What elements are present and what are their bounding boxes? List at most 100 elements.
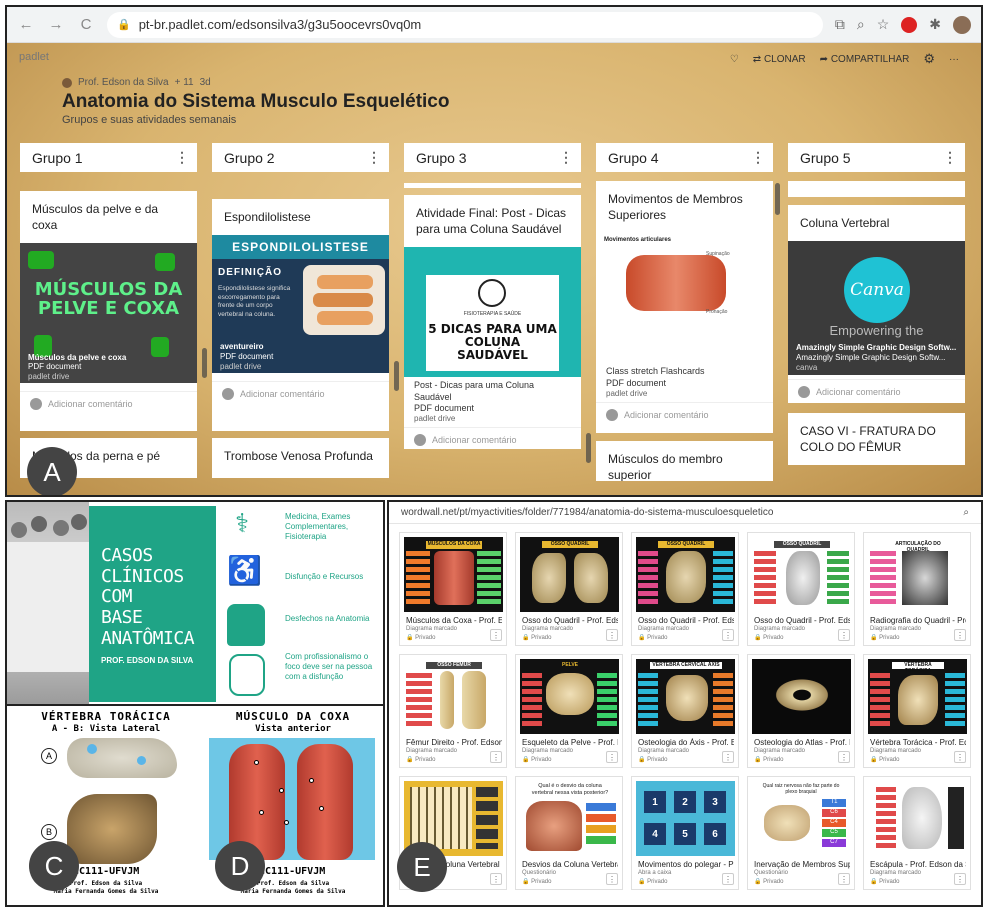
post-card[interactable]: Movimentos de Membros Superiores Movimen… — [596, 181, 773, 433]
activity-tile[interactable]: Qual é o desvio da coluna vertebral ness… — [515, 776, 623, 890]
kebab-icon[interactable]: ⋮ — [559, 149, 573, 166]
activity-title: Esqueleto da Pelve - Prof. Ed... — [522, 738, 618, 747]
more-icon[interactable]: ⋮ — [490, 751, 502, 763]
reload-icon[interactable]: C — [77, 16, 95, 34]
more-icon[interactable]: ⋮ — [490, 873, 502, 885]
post-card[interactable]: Músculos do membro superior — [596, 441, 773, 481]
column-scrollbar[interactable] — [775, 183, 780, 215]
column-header: Grupo 4 ⋮ — [596, 143, 773, 172]
padlet-author-row: Prof. Edson da Silva + 11 3d — [62, 77, 211, 88]
padlet-subtitle: Grupos e suas atividades semanais — [62, 114, 237, 126]
activity-tile[interactable]: Escápula - Prof. Edson da Sil... Diagram… — [863, 776, 971, 890]
privacy-label: 🔒 Privado — [754, 879, 784, 885]
more-icon[interactable]: ⋮ — [722, 751, 734, 763]
post-attachment-meta: Músculos da pelve e coxa PDF document pa… — [28, 352, 127, 381]
kebab-icon[interactable]: ⋮ — [175, 149, 189, 166]
padlet-logo[interactable]: padlet — [19, 51, 49, 63]
post-image-text: Movimentos articulares — [604, 237, 672, 244]
activity-thumbnail: OSSO QUADRIL — [752, 537, 851, 612]
activity-tile[interactable]: Osteologia do Atlas - Prof. E... Diagram… — [747, 654, 855, 768]
padlet-board: padlet Prof. Edson da Silva + 11 3d Anat… — [7, 43, 981, 495]
post-card[interactable]: Coluna Vertebral Canva Empowering the Am… — [788, 205, 965, 403]
activity-thumbnail: 1 2 3 4 5 6 — [636, 781, 735, 856]
label-marker: B — [41, 824, 57, 840]
share-button[interactable]: ➦ COMPARTILHAR — [820, 54, 910, 65]
more-icon[interactable]: ⋮ — [490, 629, 502, 641]
column-header: Grupo 1 ⋮ — [20, 143, 197, 172]
column-scrollbar[interactable] — [202, 348, 207, 378]
add-comment[interactable]: Adicionar comentário — [404, 427, 581, 449]
puzzle-icon[interactable]: ✱ — [929, 16, 941, 33]
more-icon[interactable]: ⋮ — [954, 629, 966, 641]
activity-tile[interactable]: Qual raiz nervosa não faz parte do plexo… — [747, 776, 855, 890]
post-card[interactable]: Atividade Final: Post - Dicas para uma C… — [404, 195, 581, 449]
more-icon[interactable]: ⋮ — [954, 751, 966, 763]
post-title: Espondilolistese — [224, 210, 311, 224]
post-image[interactable]: FISIOTERAPIA E SAÚDE 5 DICAS PARA UMA CO… — [404, 247, 581, 378]
address-bar[interactable]: 🔒 pt-br.padlet.com/edsonsilva3/g3u5oocev… — [107, 11, 823, 38]
add-comment[interactable]: Adicionar comentário — [596, 401, 773, 427]
more-icon[interactable]: ⋮ — [838, 873, 850, 885]
kebab-icon[interactable]: ⋮ — [751, 149, 765, 166]
activity-tile[interactable]: OSSO QUADRIL Osso do Quadril - Prof. Eds… — [747, 532, 855, 646]
post-card[interactable]: Espondilolistese ESPONDILOLISTESE DEFINI… — [212, 199, 389, 431]
kebab-icon[interactable]: ⋮ — [367, 149, 381, 166]
activity-tile[interactable]: 1 2 3 4 5 6 Movimentos do polegar - Pr..… — [631, 776, 739, 890]
activity-tile[interactable]: PELVE Esqueleto da Pelve - Prof. Ed... D… — [515, 654, 623, 768]
add-comment[interactable]: Adicionar comentário — [788, 379, 965, 403]
post-image[interactable]: MÚSCULOS DA PELVE E COXA Músculos da pel… — [20, 243, 197, 384]
post-card[interactable]: CASO VI - FRATURA DO COLO DO FÊMUR — [788, 413, 965, 465]
activity-tile[interactable]: OSSO QUADRIL Osso do Quadril - Prof. Eds… — [631, 532, 739, 646]
more-icon[interactable]: ⋮ — [722, 873, 734, 885]
privacy-label: 🔒 Privado — [522, 635, 552, 641]
activity-tile[interactable]: MÚSCULOS DA COXA Músculos da Coxa - Prof… — [399, 532, 507, 646]
activity-tile[interactable]: OSSO FÊMUR Fêmur Direito - Prof. Edson .… — [399, 654, 507, 768]
zoom-icon[interactable]: ⌕ — [963, 507, 969, 518]
heart-icon[interactable]: ♡ — [730, 54, 739, 65]
post-image[interactable]: Canva Empowering the Amazingly Simple Gr… — [788, 241, 965, 376]
cast-icon[interactable]: ⧉ — [835, 16, 845, 33]
column-grupo-4: Grupo 4 ⋮ Movimentos de Membros Superior… — [596, 143, 780, 481]
opera-icon[interactable] — [901, 16, 918, 33]
kebab-icon[interactable]: ⋮ — [943, 149, 957, 166]
column-scrollbar[interactable] — [586, 433, 591, 463]
more-icon[interactable]: ⋮ — [954, 873, 966, 885]
clone-button[interactable]: ⇄ CLONAR — [753, 54, 806, 65]
post-image-heading: DEFINIÇÃO — [218, 267, 282, 279]
post-image-small: FISIOTERAPIA E SAÚDE — [463, 311, 522, 318]
post-image[interactable]: Movimentos articulares Supinação Pronaçã… — [596, 233, 773, 364]
post-image[interactable]: ESPONDILOLISTESE DEFINIÇÃO Espondilolist… — [212, 235, 389, 374]
likes-count: + 11 — [174, 77, 194, 88]
activity-tile[interactable]: ARTICULAÇÃO DO QUADRIL Radiografia do Qu… — [863, 532, 971, 646]
figure-icon — [28, 251, 54, 270]
more-icon[interactable]: ⋮ — [606, 873, 618, 885]
forward-icon[interactable]: → — [47, 16, 65, 34]
more-icon[interactable]: ⋮ — [838, 629, 850, 641]
gear-icon[interactable]: ⚙ — [923, 51, 935, 67]
address-bar[interactable]: wordwall.net/pt/myactivities/folder/7719… — [389, 502, 981, 524]
zoom-icon[interactable]: ⌕ — [857, 16, 865, 33]
figure-icon — [151, 337, 169, 358]
more-icon[interactable]: ⋮ — [606, 751, 618, 763]
more-icon[interactable]: ··· — [949, 54, 959, 65]
column-scrollbar[interactable] — [394, 361, 399, 391]
star-icon[interactable]: ☆ — [877, 16, 890, 33]
padlet-actions: ♡ ⇄ CLONAR ➦ COMPARTILHAR ⚙ ··· — [730, 51, 959, 67]
column-title: Grupo 1 — [32, 149, 83, 166]
more-icon[interactable]: ⋮ — [838, 751, 850, 763]
more-icon[interactable]: ⋮ — [606, 629, 618, 641]
post-image-label: Pronação — [706, 309, 728, 316]
add-comment[interactable]: Adicionar comentário — [212, 381, 389, 406]
back-icon[interactable]: ← — [17, 16, 35, 34]
more-icon[interactable]: ⋮ — [722, 629, 734, 641]
activity-thumbnail: OSSO QUADRIL — [636, 537, 735, 612]
add-comment[interactable]: Adicionar comentário — [20, 391, 197, 416]
post-card[interactable]: Músculos da pelve e da coxa MÚSCULOS DA … — [20, 191, 197, 431]
post-attachment-meta: Amazingly Simple Graphic Design Softw...… — [796, 343, 957, 373]
post-card[interactable]: Trombose Venosa Profunda — [212, 438, 389, 478]
activity-title: Osteologia do Atlas - Prof. E... — [754, 738, 850, 747]
activity-tile[interactable]: VÉRTEBRA CERVICAL ÁXIS Osteologia do Áxi… — [631, 654, 739, 768]
profile-avatar[interactable] — [953, 15, 971, 34]
activity-tile[interactable]: VÉRTEBRA TORÁCICA Vértebra Torácica - Pr… — [863, 654, 971, 768]
activity-tile[interactable]: OSSO QUADRIL Osso do Quadril - Prof. Eds… — [515, 532, 623, 646]
